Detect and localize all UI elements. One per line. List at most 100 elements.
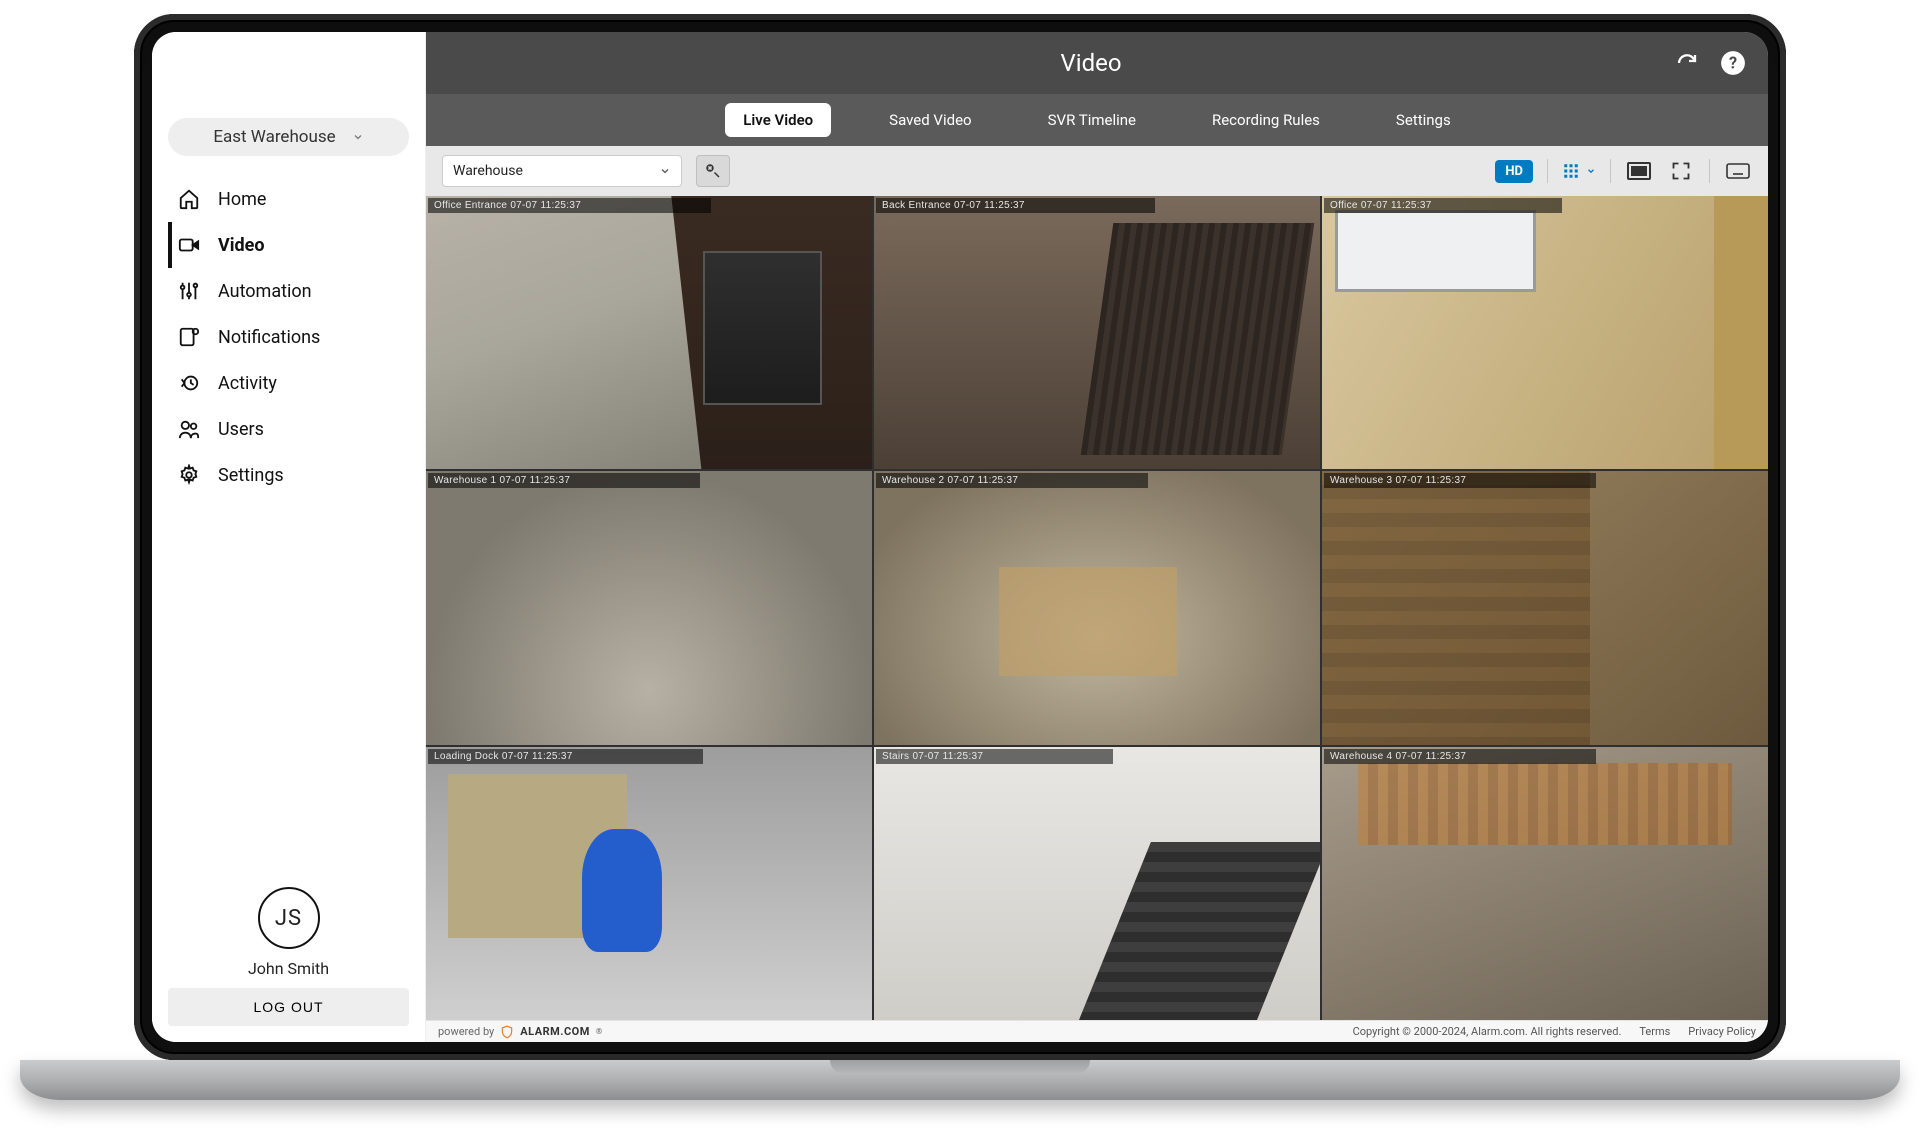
video-tile-label: Warehouse 3 07-07 11:25:37 (1324, 473, 1596, 488)
sidebar-item-label: Home (218, 189, 266, 210)
laptop-bezel: East Warehouse Home (134, 14, 1786, 1060)
view-group-select-label: Warehouse (453, 163, 523, 179)
grid-icon (1562, 162, 1580, 180)
sliders-icon (178, 280, 200, 302)
header: Video ? Live Video (426, 32, 1768, 146)
toolbar-divider (1547, 159, 1548, 183)
terms-link[interactable]: Terms (1639, 1025, 1670, 1038)
sidebar-item-label: Activity (218, 373, 277, 394)
sidebar-item-label: Users (218, 419, 264, 440)
video-tile-label: Warehouse 4 07-07 11:25:37 (1324, 749, 1596, 764)
sidebar-item-notifications[interactable]: Notifications (168, 314, 409, 360)
refresh-icon[interactable] (1674, 50, 1700, 76)
sidebar: East Warehouse Home (152, 32, 426, 1042)
sidebar-item-label: Settings (218, 465, 284, 486)
toolbar-divider (1610, 159, 1611, 183)
toolbar-divider (1709, 159, 1710, 183)
sidebar-nav: Home Video Automation (168, 176, 409, 498)
laptop-mockup: East Warehouse Home (120, 0, 1800, 1100)
shield-icon (500, 1025, 514, 1039)
location-dropdown[interactable]: East Warehouse (168, 118, 409, 156)
chevron-down-icon (1586, 166, 1596, 176)
sidebar-item-home[interactable]: Home (168, 176, 409, 222)
main: Video ? Live Video (426, 32, 1768, 1042)
tab-recording-rules[interactable]: Recording Rules (1194, 103, 1338, 137)
tab-settings[interactable]: Settings (1378, 103, 1469, 137)
avatar-initials: JS (275, 906, 302, 931)
laptop-base (20, 1060, 1900, 1100)
video-tile[interactable]: Office Entrance 07-07 11:25:37 (426, 196, 872, 469)
help-icon[interactable]: ? (1720, 50, 1746, 76)
video-tile-label: Back Entrance 07-07 11:25:37 (876, 198, 1155, 213)
camera-thumbnail (874, 471, 1320, 744)
view-group-select[interactable]: Warehouse (442, 155, 682, 187)
tab-saved-video[interactable]: Saved Video (871, 103, 989, 137)
video-tile[interactable]: Warehouse 3 07-07 11:25:37 (1322, 471, 1768, 744)
brand-name: ALARM.COM (520, 1025, 590, 1038)
tabs: Live Video Saved Video SVR Timeline Reco… (426, 94, 1768, 146)
sidebar-spacer (168, 508, 409, 877)
fullscreen-button[interactable] (1667, 161, 1695, 181)
toolbar: Warehouse HD (426, 146, 1768, 196)
header-top: Video ? (426, 32, 1768, 94)
video-tile[interactable]: Back Entrance 07-07 11:25:37 (874, 196, 1320, 469)
video-tile-label: Loading Dock 07-07 11:25:37 (428, 749, 703, 764)
powered-by: powered by ALARM.COM® (438, 1025, 602, 1039)
sidebar-item-label: Video (218, 235, 265, 256)
user-name: John Smith (248, 959, 329, 978)
camera-thumbnail (426, 747, 872, 1020)
tab-live-video[interactable]: Live Video (725, 103, 831, 137)
svg-text:?: ? (1729, 53, 1737, 72)
video-grid: Office Entrance 07-07 11:25:37 Back Entr… (426, 196, 1768, 1020)
sidebar-item-label: Notifications (218, 327, 320, 348)
sidebar-item-activity[interactable]: Activity (168, 360, 409, 406)
hd-toggle[interactable]: HD (1495, 160, 1533, 183)
location-dropdown-label: East Warehouse (213, 127, 335, 147)
powered-by-prefix: powered by (438, 1025, 494, 1038)
video-icon (178, 234, 200, 256)
avatar[interactable]: JS (258, 887, 320, 949)
users-icon (178, 418, 200, 440)
video-tile[interactable]: Warehouse 1 07-07 11:25:37 (426, 471, 872, 744)
video-tile-label: Warehouse 1 07-07 11:25:37 (428, 473, 700, 488)
sidebar-item-users[interactable]: Users (168, 406, 409, 452)
camera-thumbnail (874, 747, 1320, 1020)
view-settings-button[interactable] (696, 155, 730, 187)
keyboard-button[interactable] (1724, 161, 1752, 181)
video-tile[interactable]: Warehouse 4 07-07 11:25:37 (1322, 747, 1768, 1020)
sidebar-item-video[interactable]: Video (168, 222, 409, 268)
sidebar-item-settings[interactable]: Settings (168, 452, 409, 498)
video-tile[interactable]: Warehouse 2 07-07 11:25:37 (874, 471, 1320, 744)
video-tile-label: Warehouse 2 07-07 11:25:37 (876, 473, 1148, 488)
video-tile[interactable]: Stairs 07-07 11:25:37 (874, 747, 1320, 1020)
video-tile[interactable]: Office 07-07 11:25:37 (1322, 196, 1768, 469)
sidebar-item-label: Automation (218, 281, 312, 302)
page-title: Video (508, 49, 1674, 77)
header-actions: ? (1674, 50, 1746, 76)
chevron-down-icon (352, 131, 364, 143)
copyright-text: Copyright © 2000-2024, Alarm.com. All ri… (1353, 1025, 1622, 1038)
chevron-down-icon (659, 165, 671, 177)
tab-svr-timeline[interactable]: SVR Timeline (1030, 103, 1154, 137)
camera-thumbnail (874, 196, 1320, 469)
theater-mode-button[interactable] (1625, 161, 1653, 181)
gear-icon (178, 464, 200, 486)
privacy-link[interactable]: Privacy Policy (1688, 1025, 1756, 1038)
grid-layout-dropdown[interactable] (1562, 162, 1596, 180)
home-icon (178, 188, 200, 210)
video-tile-label: Office Entrance 07-07 11:25:37 (428, 198, 711, 213)
logout-button[interactable]: LOG OUT (168, 988, 409, 1026)
sidebar-item-automation[interactable]: Automation (168, 268, 409, 314)
app-screen: East Warehouse Home (152, 32, 1768, 1042)
video-tile[interactable]: Loading Dock 07-07 11:25:37 (426, 747, 872, 1020)
video-tile-label: Stairs 07-07 11:25:37 (876, 749, 1113, 764)
camera-thumbnail (1322, 196, 1768, 469)
activity-icon (178, 372, 200, 394)
laptop-notch (830, 1060, 1090, 1074)
user-block: JS John Smith LOG OUT (168, 887, 409, 1026)
stage: East Warehouse Home (0, 0, 1920, 1136)
video-tile-label: Office 07-07 11:25:37 (1324, 198, 1562, 213)
camera-thumbnail (1322, 471, 1768, 744)
camera-thumbnail (426, 471, 872, 744)
gear-wrench-icon (704, 162, 722, 180)
